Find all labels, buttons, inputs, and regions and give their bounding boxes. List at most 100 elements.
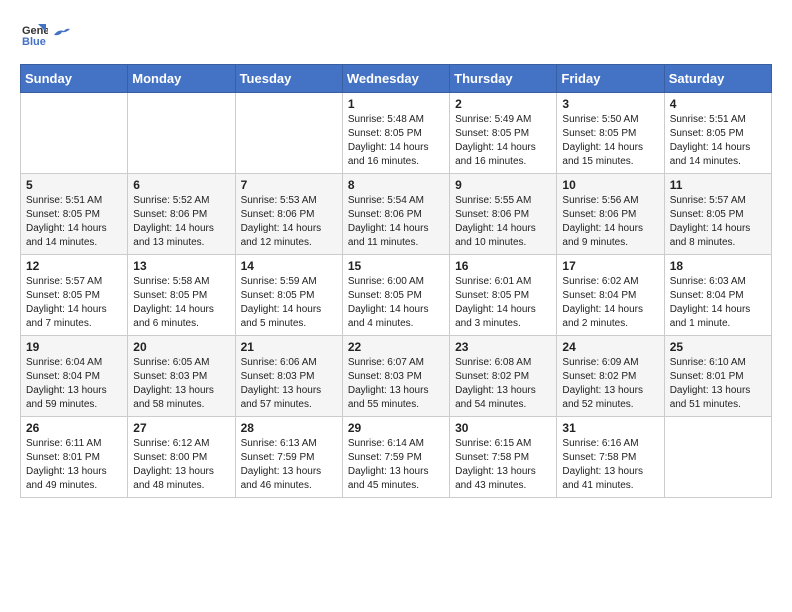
day-number: 30 — [455, 421, 551, 435]
day-number: 11 — [670, 178, 766, 192]
calendar-cell: 9Sunrise: 5:55 AM Sunset: 8:06 PM Daylig… — [450, 174, 557, 255]
weekday-header-monday: Monday — [128, 65, 235, 93]
day-info: Sunrise: 6:11 AM Sunset: 8:01 PM Dayligh… — [26, 437, 122, 493]
calendar-cell: 19 Sunrise: 6:04 AM Sunset: 8:04 PM Dayli… — [21, 336, 128, 417]
day-number: 21 — [241, 340, 337, 354]
day-number: 31 — [562, 421, 658, 435]
day-number: 29 — [348, 421, 444, 435]
day-info: Sunrise: 5:49 AM Sunset: 8:05 PM Dayligh… — [455, 113, 551, 169]
calendar-cell: 13Sunrise: 5:58 AM Sunset: 8:05 PM Dayli… — [128, 255, 235, 336]
day-info: Sunrise: 6:01 AM Sunset: 8:05 PM Dayligh… — [455, 275, 551, 331]
calendar-week-row: 5Sunrise: 5:51 AM Sunset: 8:05 PM Daylig… — [21, 174, 772, 255]
day-info: Sunrise: 5:52 AM Sunset: 8:06 PM Dayligh… — [133, 194, 229, 250]
day-info: Sunrise: 5:57 AM Sunset: 8:05 PM Dayligh… — [670, 194, 766, 250]
calendar-cell: 26 Sunrise: 6:11 AM Sunset: 8:01 PM Dayli… — [21, 417, 128, 498]
day-number: 18 — [670, 259, 766, 273]
day-info: Sunrise: 6:05 AM Sunset: 8:03 PM Dayligh… — [133, 356, 229, 412]
calendar-cell: 8 Sunrise: 5:54 AM Sunset: 8:06 PM Daylig… — [342, 174, 449, 255]
day-number: 26 — [26, 421, 122, 435]
day-number: 24 — [562, 340, 658, 354]
day-number: 23 — [455, 340, 551, 354]
calendar-cell: 12 Sunrise: 5:57 AM Sunset: 8:05 PM Dayli… — [21, 255, 128, 336]
day-number: 27 — [133, 421, 229, 435]
logo: General Blue — [20, 20, 72, 48]
day-info: Sunrise: 5:54 AM Sunset: 8:06 PM Dayligh… — [348, 194, 444, 250]
calendar-cell: 20 Sunrise: 6:05 AM Sunset: 8:03 PM Dayli… — [128, 336, 235, 417]
day-info: Sunrise: 6:00 AM Sunset: 8:05 PM Dayligh… — [348, 275, 444, 331]
day-info: Sunrise: 6:09 AM Sunset: 8:02 PM Dayligh… — [562, 356, 658, 412]
day-number: 17 — [562, 259, 658, 273]
calendar-cell: 25 Sunrise: 6:10 AM Sunset: 8:01 PM Dayli… — [664, 336, 771, 417]
day-number: 5 — [26, 178, 122, 192]
day-info: Sunrise: 6:02 AM Sunset: 8:04 PM Dayligh… — [562, 275, 658, 331]
calendar-cell: 2 Sunrise: 5:49 AM Sunset: 8:05 PM Daylig… — [450, 93, 557, 174]
weekday-header-row: SundayMondayTuesdayWednesdayThursdayFrid… — [21, 65, 772, 93]
day-number: 13 — [133, 259, 229, 273]
calendar-cell: 28 Sunrise: 6:13 AM Sunset: 7:59 PM Dayli… — [235, 417, 342, 498]
weekday-header-tuesday: Tuesday — [235, 65, 342, 93]
logo-bird-icon — [52, 27, 70, 41]
day-number: 14 — [241, 259, 337, 273]
day-info: Sunrise: 5:48 AM Sunset: 8:05 PM Dayligh… — [348, 113, 444, 169]
day-info: Sunrise: 6:14 AM Sunset: 7:59 PM Dayligh… — [348, 437, 444, 493]
calendar-cell: 21 Sunrise: 6:06 AM Sunset: 8:03 PM Dayli… — [235, 336, 342, 417]
calendar-cell: 5Sunrise: 5:51 AM Sunset: 8:05 PM Daylig… — [21, 174, 128, 255]
calendar-cell: 11 Sunrise: 5:57 AM Sunset: 8:05 PM Dayli… — [664, 174, 771, 255]
day-number: 16 — [455, 259, 551, 273]
calendar-cell: 24 Sunrise: 6:09 AM Sunset: 8:02 PM Dayli… — [557, 336, 664, 417]
day-number: 25 — [670, 340, 766, 354]
calendar-table: SundayMondayTuesdayWednesdayThursdayFrid… — [20, 64, 772, 498]
calendar-cell: 22 Sunrise: 6:07 AM Sunset: 8:03 PM Dayli… — [342, 336, 449, 417]
calendar-cell: 15 Sunrise: 6:00 AM Sunset: 8:05 PM Dayli… — [342, 255, 449, 336]
calendar-cell: 23 Sunrise: 6:08 AM Sunset: 8:02 PM Dayli… — [450, 336, 557, 417]
day-info: Sunrise: 6:15 AM Sunset: 7:58 PM Dayligh… — [455, 437, 551, 493]
calendar-cell: 30 Sunrise: 6:15 AM Sunset: 7:58 PM Dayli… — [450, 417, 557, 498]
calendar-cell — [128, 93, 235, 174]
calendar-cell: 1 Sunrise: 5:48 AM Sunset: 8:05 PM Daylig… — [342, 93, 449, 174]
day-info: Sunrise: 5:55 AM Sunset: 8:06 PM Dayligh… — [455, 194, 551, 250]
page-header: General Blue — [20, 20, 772, 48]
day-number: 19 — [26, 340, 122, 354]
calendar-cell: 18 Sunrise: 6:03 AM Sunset: 8:04 PM Dayli… — [664, 255, 771, 336]
day-number: 7 — [241, 178, 337, 192]
day-number: 28 — [241, 421, 337, 435]
day-info: Sunrise: 5:53 AM Sunset: 8:06 PM Dayligh… — [241, 194, 337, 250]
calendar-cell: 27 Sunrise: 6:12 AM Sunset: 8:00 PM Dayli… — [128, 417, 235, 498]
calendar-cell: 10Sunrise: 5:56 AM Sunset: 8:06 PM Dayli… — [557, 174, 664, 255]
calendar-cell: 29 Sunrise: 6:14 AM Sunset: 7:59 PM Dayli… — [342, 417, 449, 498]
calendar-cell: 16 Sunrise: 6:01 AM Sunset: 8:05 PM Dayli… — [450, 255, 557, 336]
day-number: 1 — [348, 97, 444, 111]
calendar-week-row: 1 Sunrise: 5:48 AM Sunset: 8:05 PM Daylig… — [21, 93, 772, 174]
day-number: 15 — [348, 259, 444, 273]
day-info: Sunrise: 6:07 AM Sunset: 8:03 PM Dayligh… — [348, 356, 444, 412]
calendar-cell — [235, 93, 342, 174]
day-number: 3 — [562, 97, 658, 111]
day-number: 2 — [455, 97, 551, 111]
day-number: 22 — [348, 340, 444, 354]
weekday-header-friday: Friday — [557, 65, 664, 93]
day-number: 12 — [26, 259, 122, 273]
day-info: Sunrise: 6:10 AM Sunset: 8:01 PM Dayligh… — [670, 356, 766, 412]
logo-icon: General Blue — [20, 20, 48, 48]
day-number: 6 — [133, 178, 229, 192]
day-info: Sunrise: 6:13 AM Sunset: 7:59 PM Dayligh… — [241, 437, 337, 493]
calendar-cell: 3Sunrise: 5:50 AM Sunset: 8:05 PM Daylig… — [557, 93, 664, 174]
day-number: 20 — [133, 340, 229, 354]
day-info: Sunrise: 5:56 AM Sunset: 8:06 PM Dayligh… — [562, 194, 658, 250]
day-info: Sunrise: 5:59 AM Sunset: 8:05 PM Dayligh… — [241, 275, 337, 331]
day-info: Sunrise: 6:16 AM Sunset: 7:58 PM Dayligh… — [562, 437, 658, 493]
day-info: Sunrise: 6:08 AM Sunset: 8:02 PM Dayligh… — [455, 356, 551, 412]
day-info: Sunrise: 6:03 AM Sunset: 8:04 PM Dayligh… — [670, 275, 766, 331]
day-info: Sunrise: 6:06 AM Sunset: 8:03 PM Dayligh… — [241, 356, 337, 412]
day-info: Sunrise: 6:04 AM Sunset: 8:04 PM Dayligh… — [26, 356, 122, 412]
calendar-week-row: 19 Sunrise: 6:04 AM Sunset: 8:04 PM Dayli… — [21, 336, 772, 417]
calendar-cell: 14 Sunrise: 5:59 AM Sunset: 8:05 PM Dayli… — [235, 255, 342, 336]
calendar-cell: 4Sunrise: 5:51 AM Sunset: 8:05 PM Daylig… — [664, 93, 771, 174]
day-number: 4 — [670, 97, 766, 111]
weekday-header-wednesday: Wednesday — [342, 65, 449, 93]
calendar-cell: 31 Sunrise: 6:16 AM Sunset: 7:58 PM Dayli… — [557, 417, 664, 498]
calendar-week-row: 26 Sunrise: 6:11 AM Sunset: 8:01 PM Dayli… — [21, 417, 772, 498]
day-number: 8 — [348, 178, 444, 192]
day-info: Sunrise: 5:57 AM Sunset: 8:05 PM Dayligh… — [26, 275, 122, 331]
day-info: Sunrise: 6:12 AM Sunset: 8:00 PM Dayligh… — [133, 437, 229, 493]
